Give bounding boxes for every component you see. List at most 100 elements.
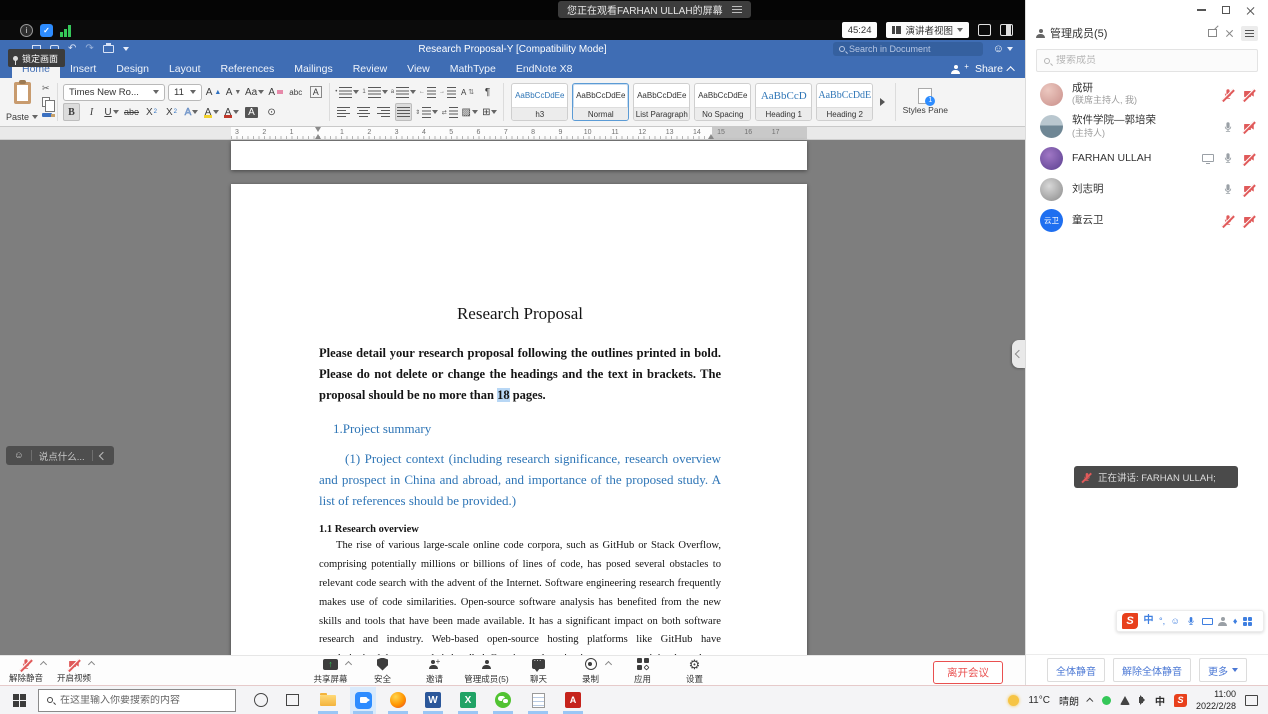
print-icon[interactable] [103,45,114,53]
superscript-button[interactable]: X2 [163,103,180,121]
security-button[interactable]: 安全 [359,657,407,685]
shield-icon[interactable]: ✓ [40,24,53,37]
unmute-all-button[interactable]: 解除全体静音 [1113,658,1191,682]
copy-icon[interactable] [42,95,52,108]
first-line-indent-marker[interactable] [315,127,321,132]
character-border-button[interactable]: A [307,83,324,101]
participant-row[interactable]: 软件学院—郭培荣 (主持人) [1026,110,1268,142]
doc-body-paragraph[interactable]: The rise of various large-scale online c… [319,537,721,669]
distribute-button[interactable]: ⇄ [441,103,458,121]
style-list-paragraph[interactable]: AaBbCcDdEe List Paragraph [633,83,690,121]
style-no-spacing[interactable]: AaBbCcDdEe No Spacing [694,83,751,121]
settings-button[interactable]: ⚙ 设置 [671,657,719,685]
styles-gallery-next-icon[interactable] [880,98,885,106]
action-center-icon[interactable] [1245,695,1258,706]
word-icon[interactable]: W [420,687,446,714]
weather-desc[interactable]: 晴朗 [1059,693,1079,708]
sogou-logo-icon[interactable]: S [1122,613,1138,629]
popout-icon[interactable] [1208,29,1217,37]
emoji-icon[interactable]: ☺ [1171,617,1180,626]
tab-view[interactable]: View [397,59,440,78]
word-search-box[interactable]: Search in Document [833,42,983,56]
bold-button[interactable]: B [63,103,80,121]
tray-status-icon[interactable] [1102,696,1111,705]
selected-text[interactable]: 18 [497,388,510,402]
numbered-list-button[interactable]: 1 [362,83,387,101]
notepad-icon[interactable] [525,687,551,714]
change-case-button[interactable]: Aa [245,83,264,101]
member-search-input[interactable] [1056,55,1250,66]
tab-insert[interactable]: Insert [60,59,106,78]
tab-mailings[interactable]: Mailings [284,59,343,78]
enclose-characters-button[interactable]: ⊙ [263,103,280,121]
chevron-up-icon[interactable] [344,660,351,667]
tab-references[interactable]: References [211,59,285,78]
styles-pane-button[interactable]: Styles Pane [901,81,949,123]
watching-banner[interactable]: 您正在观看FARHAN ULLAH的屏幕 [558,1,751,18]
tab-review[interactable]: Review [343,59,397,78]
fullscreen-icon[interactable] [978,24,991,36]
weather-temp[interactable]: 11°C [1028,695,1050,706]
font-name-select[interactable]: Times New Ro... [63,84,165,101]
page-1-bottom[interactable] [231,141,807,170]
ime-toolbar[interactable]: S 中 °, ☺ ♦ [1116,610,1264,632]
increase-indent-button[interactable]: → [439,83,456,101]
font-color-button[interactable]: A [223,103,240,121]
tab-endnote[interactable]: EndNote X8 [506,59,583,78]
doc-title[interactable]: Research Proposal [319,304,721,324]
align-left-button[interactable] [335,103,352,121]
share-screen-button[interactable]: ↑ 共享屏幕 [307,657,355,685]
taskbar-search-box[interactable] [38,689,236,712]
keyboard-icon[interactable] [1202,618,1213,625]
participant-row[interactable]: 云卫 童云卫 [1026,205,1268,236]
cortana-button[interactable] [254,693,268,707]
undo-button[interactable]: ↶ [68,44,76,54]
tab-layout[interactable]: Layout [159,59,211,78]
volume-icon[interactable] [1139,697,1143,703]
collapse-ribbon-icon[interactable] [1006,66,1014,74]
pdf-reader-icon[interactable]: A [560,687,586,714]
tab-mathtype[interactable]: MathType [440,59,506,78]
align-center-button[interactable] [355,103,372,121]
voice-input-icon[interactable] [1185,616,1196,627]
file-explorer-icon[interactable] [315,687,341,714]
doc-blue-paragraph[interactable]: (1) Project context (including research … [319,448,721,511]
tab-design[interactable]: Design [106,59,159,78]
camera-off-icon[interactable] [1242,120,1256,134]
doc-subheading[interactable]: 1.1 Research overview [319,524,721,535]
minimize-icon[interactable] [1197,9,1206,10]
camera-off-icon[interactable] [1242,151,1256,165]
banner-menu-icon[interactable] [732,6,742,13]
style-h3[interactable]: AaBbCcDdEe h3 [511,83,568,121]
mic-muted-icon[interactable] [1221,213,1235,227]
hanging-indent-marker[interactable] [315,134,321,139]
align-right-button[interactable] [375,103,392,121]
mute-all-button[interactable]: 全体静音 [1047,658,1105,682]
task-view-button[interactable] [286,694,299,706]
ime-mode-toggle[interactable]: 中 [1144,616,1154,626]
meeting-app-icon[interactable] [350,687,376,714]
smiley-icon[interactable]: ☺ [14,450,24,461]
font-size-select[interactable]: 11 [168,84,202,101]
camera-off-icon[interactable] [1242,182,1256,196]
style-heading2[interactable]: AaBbCcDdE Heading 2 [816,83,873,121]
view-mode-button[interactable]: 演讲者视图 [886,22,969,38]
clear-formatting-button[interactable]: A [267,83,284,101]
bullet-list-button[interactable]: • [335,83,359,101]
network-icon[interactable] [1120,696,1130,705]
doc-intro-paragraph[interactable]: Please detail your research proposal fol… [319,343,721,406]
record-button[interactable]: 录制 [567,657,615,685]
shading-button[interactable]: ▨ [461,103,478,121]
chevron-up-icon[interactable] [88,661,95,668]
member-search-box[interactable] [1036,49,1258,72]
character-shading-button[interactable]: A [243,103,260,121]
style-normal[interactable]: AaBbCcDdEe Normal [572,83,629,121]
maximize-icon[interactable] [1222,6,1230,14]
chat-placeholder[interactable]: 说点什么... [39,449,85,463]
participant-row[interactable]: FARHAN ULLAH [1026,143,1268,174]
multilevel-list-button[interactable]: a [391,83,416,101]
quick-chat-bubble[interactable]: ☺ 说点什么... [6,446,114,465]
account-icon[interactable] [1218,617,1227,626]
subscript-button[interactable]: X2 [143,103,160,121]
unmute-button[interactable]: 解除静音 [2,657,50,684]
